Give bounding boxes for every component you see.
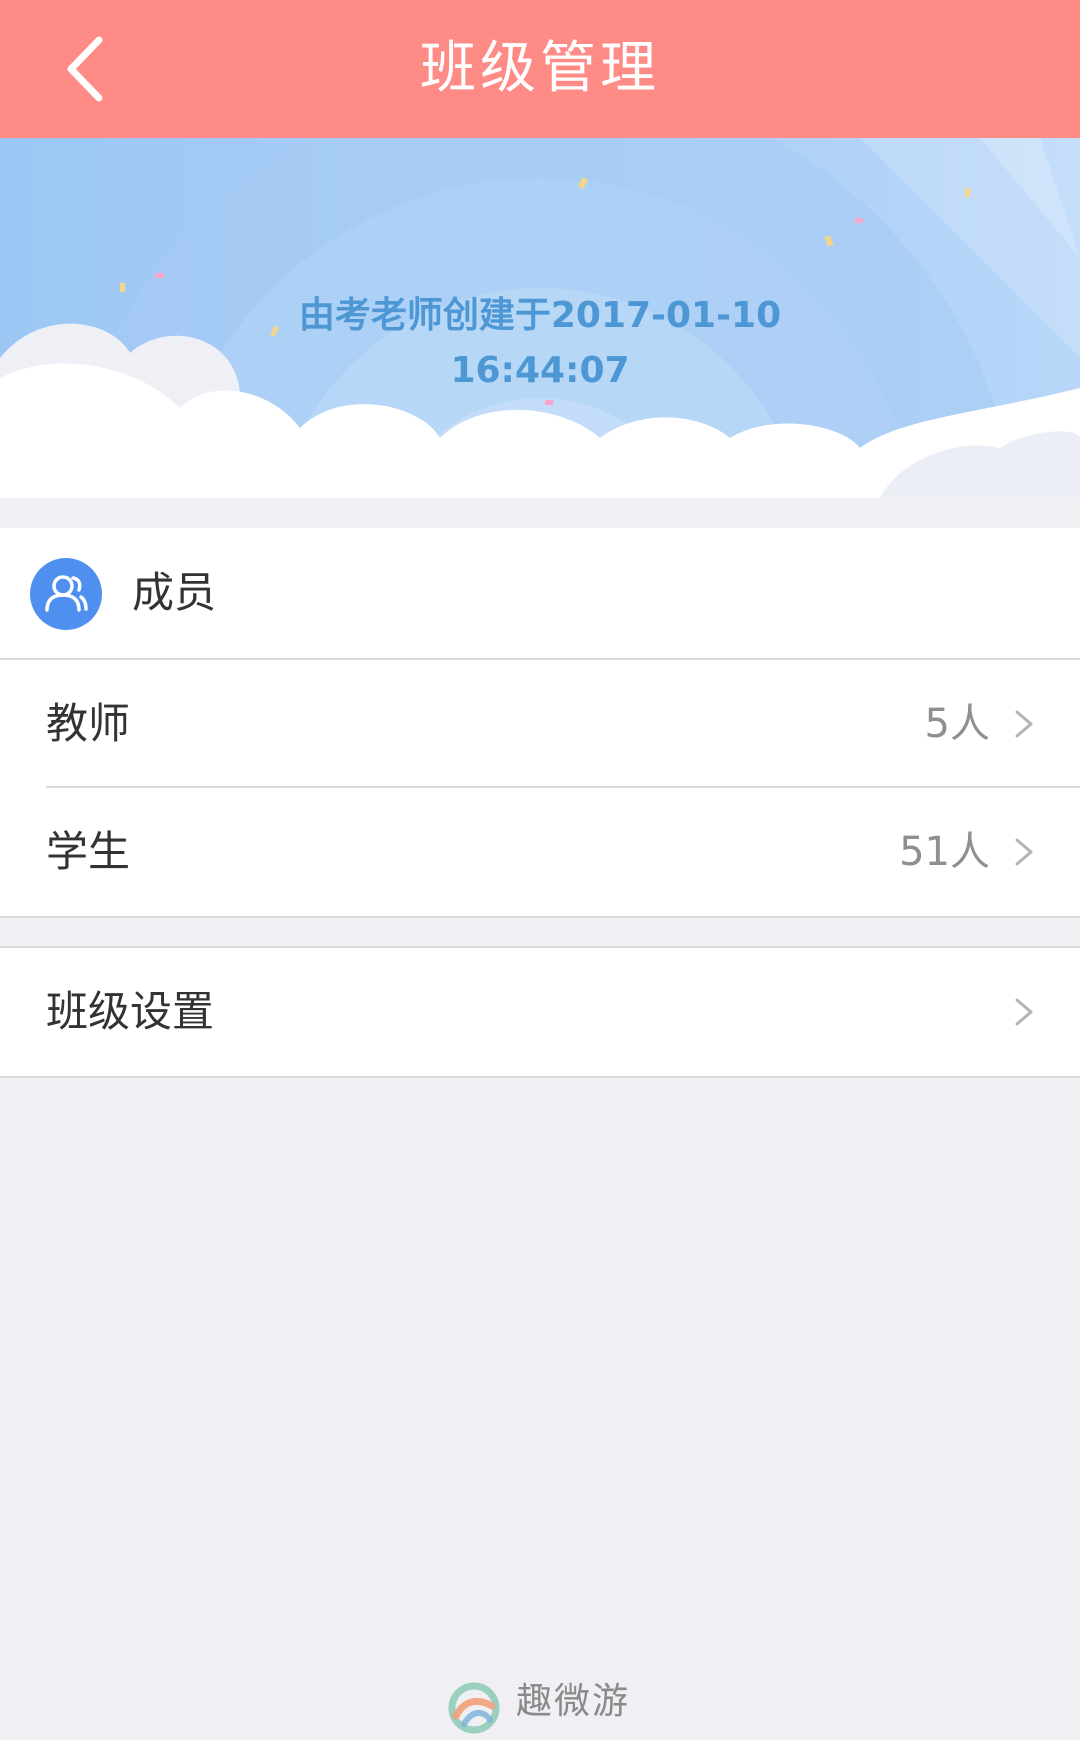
members-header: 成员 <box>0 528 1080 660</box>
page-title: 班级管理 <box>420 36 660 101</box>
chevron-right-icon <box>1015 710 1033 738</box>
teachers-count: 5人 <box>924 701 990 747</box>
users-icon <box>30 558 102 630</box>
students-row[interactable]: 学生 51人 <box>0 788 1080 916</box>
watermark-logo-icon <box>448 1682 500 1734</box>
students-label: 学生 <box>46 827 131 876</box>
class-settings-label: 班级设置 <box>46 987 215 1036</box>
chevron-right-icon <box>1015 838 1033 866</box>
members-section: 成员 教师 5人 学生 51人 <box>0 528 1080 918</box>
chevron-right-icon <box>1015 998 1033 1026</box>
watermark: 趣微游 <box>446 1680 646 1736</box>
students-count: 51人 <box>899 829 990 875</box>
class-settings-row[interactable]: 班级设置 <box>0 946 1080 1078</box>
members-title: 成员 <box>132 568 217 617</box>
teachers-row[interactable]: 教师 5人 <box>0 660 1080 788</box>
teachers-label: 教师 <box>46 699 131 748</box>
created-time-line: 16:44:07 <box>450 350 630 391</box>
class-banner: 由考老师创建于2017-01-10 16:44:07 <box>0 138 1080 498</box>
watermark-text: 趣微游 <box>516 1681 631 1722</box>
top-bar: 班级管理 <box>0 0 1080 138</box>
created-info-line: 由考老师创建于2017-01-10 <box>298 295 782 336</box>
